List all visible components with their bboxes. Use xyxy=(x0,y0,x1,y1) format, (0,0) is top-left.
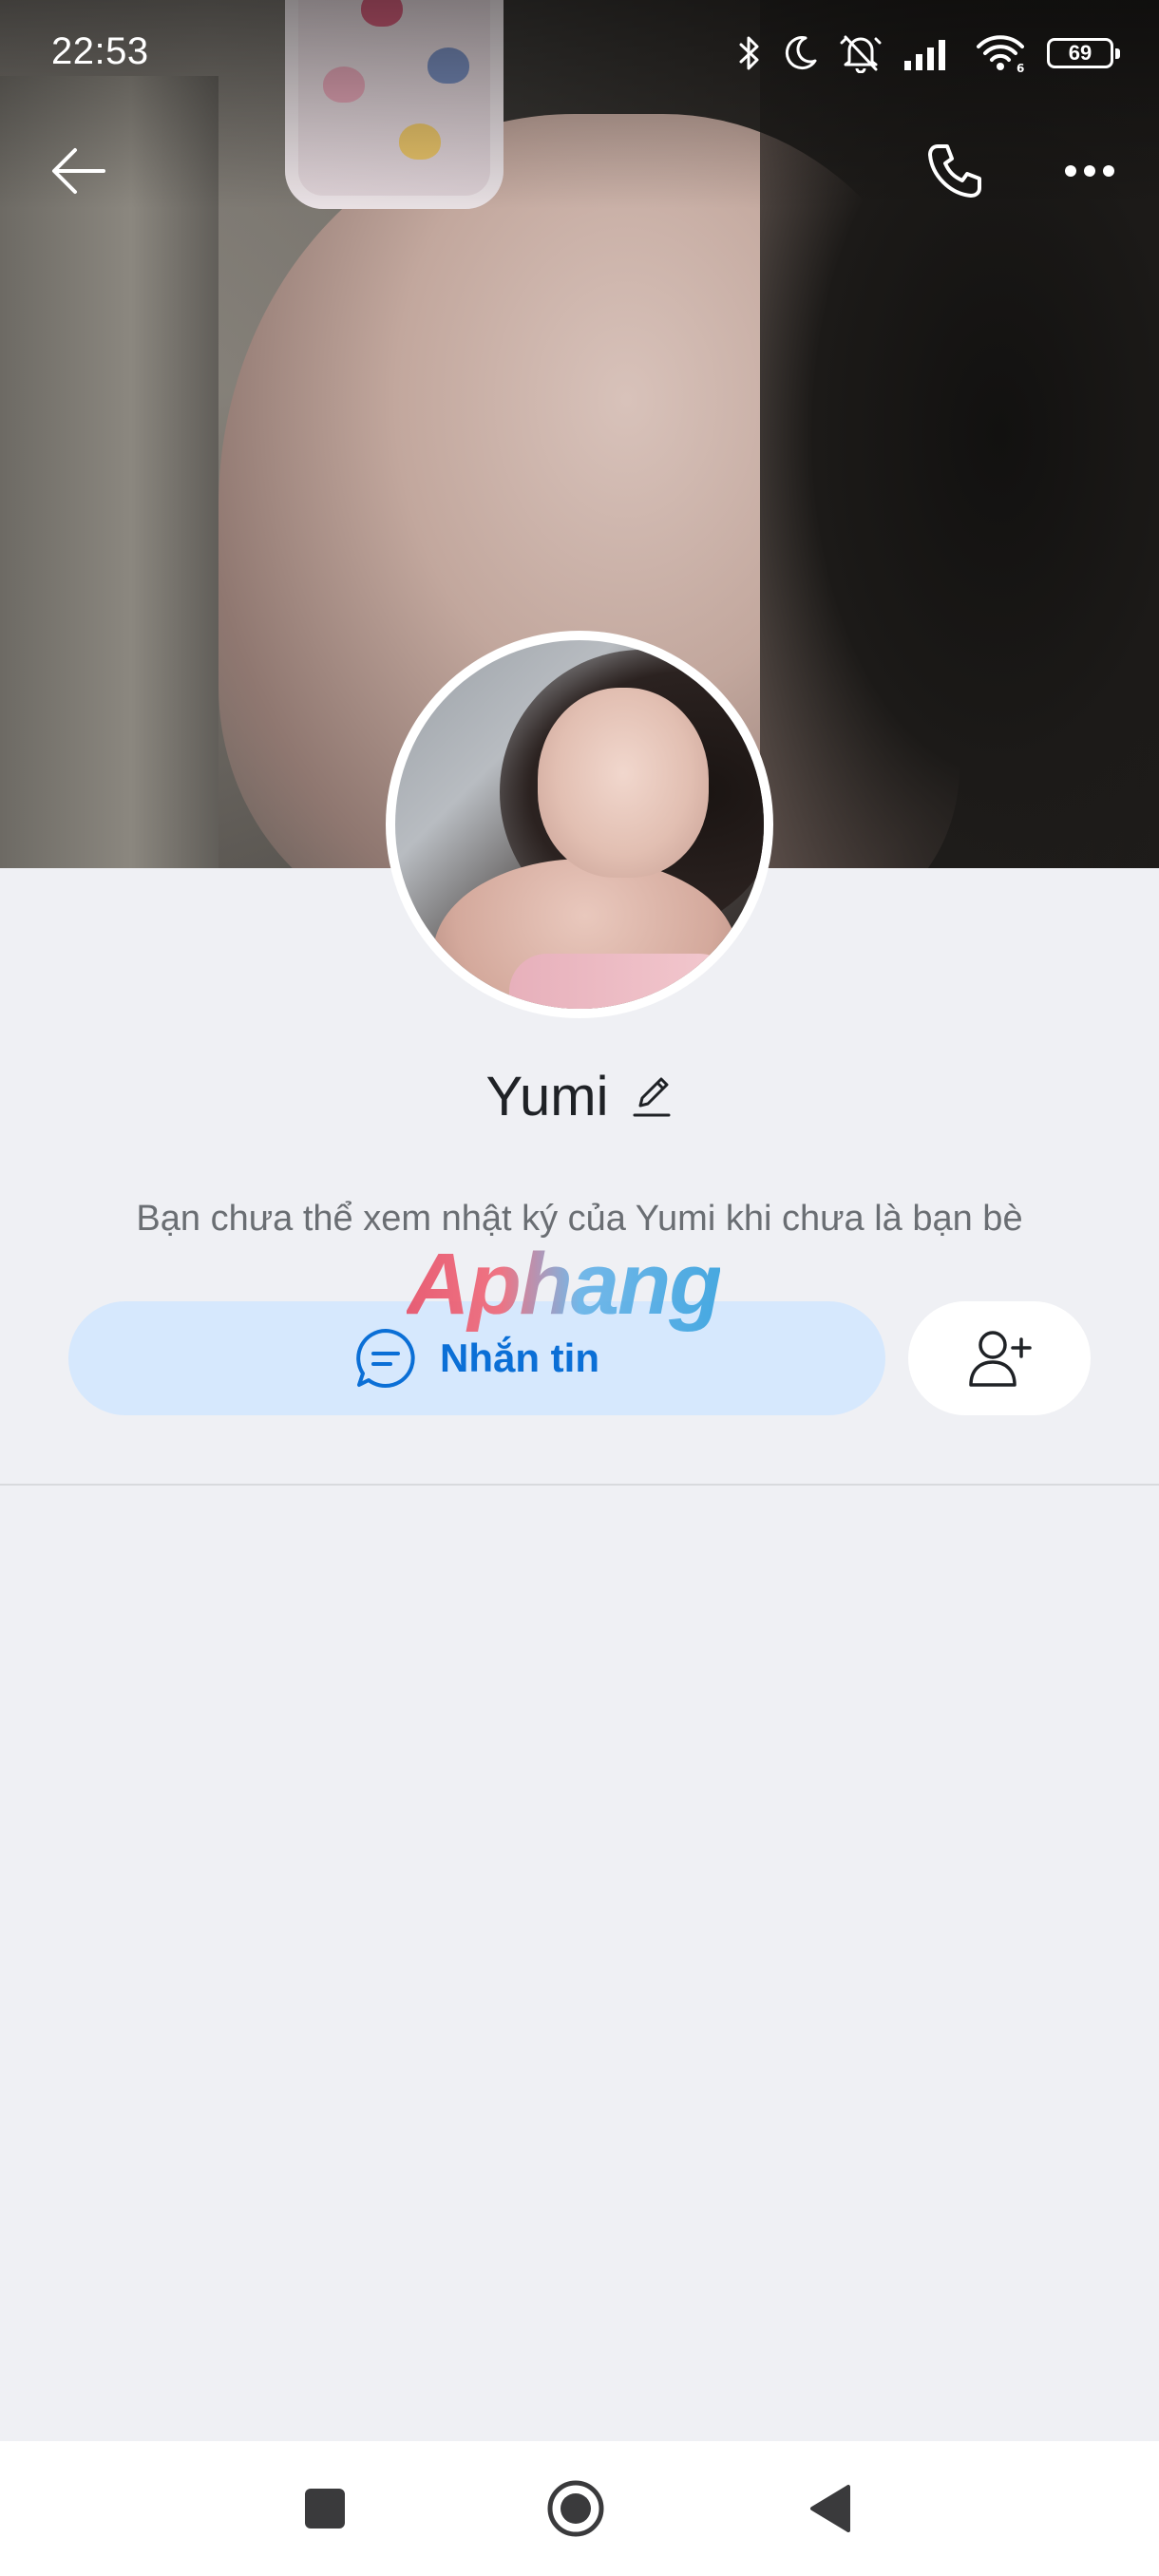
battery-level: 69 xyxy=(1068,41,1092,65)
section-divider xyxy=(0,1484,1159,1486)
more-options-button[interactable] xyxy=(1047,133,1132,209)
nav-back-button[interactable] xyxy=(773,2441,887,2576)
diary-restricted-note: Bạn chưa thể xem nhật ký của Yumi khi ch… xyxy=(136,1199,1023,1239)
back-triangle-icon xyxy=(810,2485,850,2532)
profile-name-row: Yumi xyxy=(0,1058,1159,1134)
recents-button[interactable] xyxy=(268,2441,382,2576)
signal-icon xyxy=(904,40,945,70)
wifi-6-icon: 6 xyxy=(977,35,1024,73)
watermark-logo: Aphang xyxy=(407,1236,722,1333)
bluetooth-icon xyxy=(739,36,759,70)
status-time: 22:53 xyxy=(51,30,149,72)
call-button[interactable] xyxy=(912,133,998,209)
home-circle-icon xyxy=(547,2480,604,2537)
phone-icon xyxy=(928,144,981,198)
status-icons: 6 69 xyxy=(737,27,1120,80)
muted-bell-icon xyxy=(840,35,882,73)
more-horizontal-icon xyxy=(1065,165,1114,177)
recents-square-icon xyxy=(305,2489,345,2529)
avatar-photo xyxy=(395,640,764,1009)
message-button-label: Nhắn tin xyxy=(440,1335,599,1380)
add-user-icon xyxy=(969,1331,1032,1387)
edit-name-button[interactable] xyxy=(631,1073,673,1119)
arrow-left-icon xyxy=(52,148,105,194)
pencil-icon xyxy=(633,1077,671,1117)
system-nav-bar xyxy=(0,2441,1159,2576)
chat-bubble-icon xyxy=(356,1329,415,1388)
profile-name: Yumi xyxy=(485,1065,609,1127)
svg-text:6: 6 xyxy=(1016,62,1024,73)
back-button[interactable] xyxy=(36,133,122,209)
avatar[interactable] xyxy=(386,631,773,1018)
do-not-disturb-moon-icon xyxy=(785,36,817,70)
battery-icon: 69 xyxy=(1047,38,1120,68)
home-button[interactable] xyxy=(519,2441,633,2576)
add-friend-button[interactable] xyxy=(908,1301,1091,1415)
status-bar: 22:53 6 69 xyxy=(0,0,1159,103)
